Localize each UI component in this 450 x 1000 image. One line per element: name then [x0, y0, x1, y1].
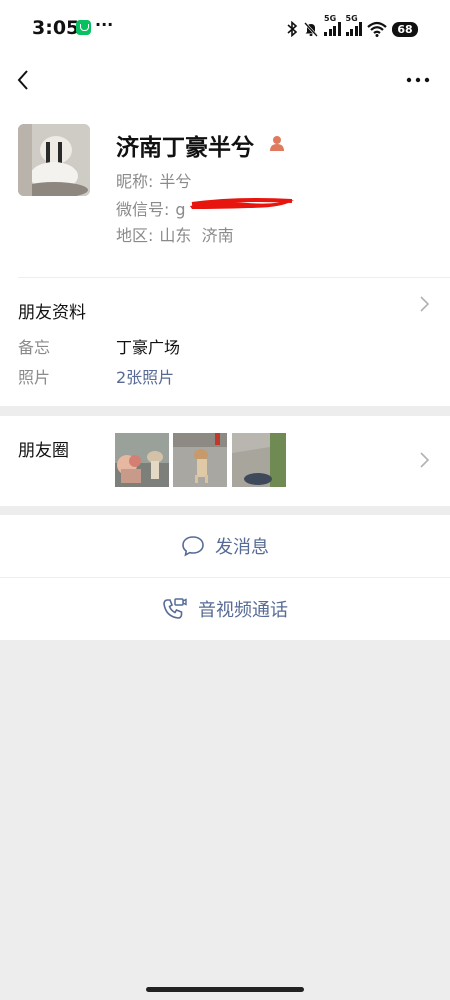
- home-indicator[interactable]: [146, 987, 304, 992]
- moments-photo-2[interactable]: [173, 433, 227, 487]
- nickname-value: 半兮: [159, 172, 192, 191]
- chevron-right-icon: [420, 452, 430, 468]
- back-arrow-icon[interactable]: [14, 66, 36, 94]
- wechat-id-row: 微信号: g: [116, 196, 186, 220]
- chevron-right-icon: [420, 296, 430, 312]
- status-more-dots: ···: [95, 15, 114, 34]
- video-call-button[interactable]: 音视频通话: [0, 578, 450, 640]
- redaction-scribble: [190, 198, 294, 209]
- region-value: 山东 济南: [159, 226, 234, 245]
- photos-link[interactable]: 2张照片: [116, 364, 174, 388]
- wifi-icon: [367, 21, 387, 37]
- moments-title: 朋友圈: [18, 441, 69, 461]
- battery-indicator: 68: [392, 21, 418, 37]
- signal-1-label: 5G: [324, 14, 337, 23]
- send-message-label: 发消息: [215, 537, 269, 558]
- photos-label: 照片: [18, 368, 51, 387]
- moments-photo-3[interactable]: [232, 433, 286, 487]
- mute-bell-icon: [304, 22, 318, 37]
- moments-section[interactable]: 朋友圈: [0, 416, 450, 506]
- nav-bar: [0, 58, 450, 104]
- divider: [0, 577, 450, 578]
- region-label: 地区:: [116, 226, 154, 245]
- status-icons: 5G 5G 68: [286, 14, 418, 41]
- moments-photo-3-image: [232, 433, 286, 487]
- bluetooth-icon: [287, 21, 298, 37]
- chat-bubble-icon: [182, 536, 204, 557]
- remark-value: 丁豪广场: [116, 338, 181, 357]
- wechat-id-label: 微信号:: [116, 200, 170, 219]
- region-row: 地区: 山东 济南: [116, 222, 234, 246]
- female-gender-icon: [270, 136, 284, 151]
- app-notification-icon: [76, 20, 91, 35]
- friend-info-section[interactable]: 朋友资料 备忘 丁豪广场 照片 2张照片: [0, 278, 450, 406]
- send-message-button[interactable]: 发消息: [0, 515, 450, 577]
- more-options-icon[interactable]: [406, 70, 430, 90]
- status-bar: 3:05 ··· 5G 5G 68: [0, 0, 450, 58]
- cell-signal-2-icon: 5G: [345, 14, 362, 36]
- status-time: 3:05: [32, 17, 80, 39]
- video-call-label: 音视频通话: [198, 600, 288, 621]
- phone-video-icon: [163, 598, 187, 619]
- cell-signal-1-icon: 5G: [324, 14, 341, 36]
- signal-2-label: 5G: [345, 14, 358, 23]
- wechat-id-value: g: [175, 200, 186, 219]
- profile-header: 济南丁豪半兮 昵称: 半兮 微信号: g 地区: 山东 济南: [0, 104, 450, 278]
- contact-name: 济南丁豪半兮: [116, 135, 254, 161]
- friend-info-title: 朋友资料: [18, 303, 86, 323]
- remark-label: 备忘: [18, 338, 51, 357]
- moments-photo-2-image: [173, 433, 227, 487]
- moments-photo-1[interactable]: [115, 433, 169, 487]
- nickname-row: 昵称: 半兮: [116, 168, 191, 192]
- avatar-image: [18, 124, 90, 196]
- avatar[interactable]: [18, 124, 90, 196]
- moments-photo-1-image: [115, 433, 169, 487]
- nickname-label: 昵称:: [116, 172, 154, 191]
